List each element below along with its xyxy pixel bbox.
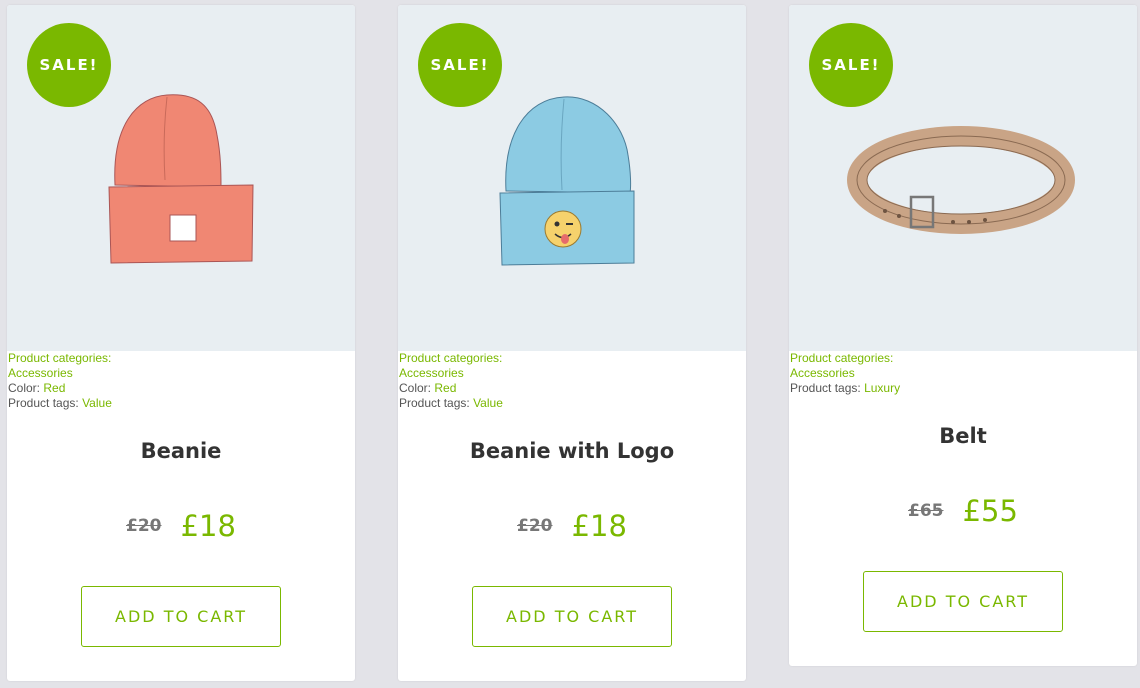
product-image[interactable]: SALE!	[789, 5, 1137, 351]
tags-label: Product tags:	[8, 396, 79, 410]
product-price: £20 £18	[398, 509, 746, 543]
product-price: £20 £18	[7, 509, 355, 543]
sale-badge: SALE!	[27, 23, 111, 107]
sale-price: £18	[571, 509, 627, 543]
product-title[interactable]: Beanie with Logo	[398, 439, 746, 463]
tag-link[interactable]: Value	[473, 396, 503, 410]
product-price: £65 £55	[789, 494, 1137, 528]
add-to-cart-button[interactable]: ADD TO CART	[472, 586, 672, 647]
sale-price: £55	[962, 494, 1018, 528]
product-title[interactable]: Beanie	[7, 439, 355, 463]
sale-price: £18	[180, 509, 236, 543]
product-title[interactable]: Belt	[789, 424, 1137, 448]
add-to-cart-button[interactable]: ADD TO CART	[863, 571, 1063, 632]
old-price: £65	[908, 501, 944, 521]
product-meta: Product categories: Accessories Product …	[790, 351, 900, 396]
color-label: Color:	[8, 381, 41, 395]
tags-label: Product tags:	[399, 396, 470, 410]
category-link[interactable]: Accessories	[399, 366, 503, 381]
color-link[interactable]: Red	[434, 381, 456, 395]
color-link[interactable]: Red	[43, 381, 65, 395]
product-image[interactable]: SALE!	[398, 5, 746, 351]
old-price: £20	[126, 516, 162, 536]
categories-label: Product categories:	[790, 351, 894, 365]
product-card: SALE! Product categories: Accessories Pr…	[789, 5, 1137, 666]
sale-badge: SALE!	[418, 23, 502, 107]
categories-label: Product categories:	[8, 351, 112, 365]
sale-badge: SALE!	[809, 23, 893, 107]
product-card: SALE! Product categories: Accessories Co…	[398, 5, 746, 681]
tags-label: Product tags:	[790, 381, 861, 395]
category-link[interactable]: Accessories	[790, 366, 900, 381]
categories-label: Product categories:	[399, 351, 503, 365]
product-meta: Product categories: Accessories Color: R…	[399, 351, 503, 411]
tag-link[interactable]: Luxury	[864, 381, 900, 395]
category-link[interactable]: Accessories	[8, 366, 112, 381]
product-meta: Product categories: Accessories Color: R…	[8, 351, 112, 411]
tag-link[interactable]: Value	[82, 396, 112, 410]
old-price: £20	[517, 516, 553, 536]
color-label: Color:	[399, 381, 432, 395]
add-to-cart-button[interactable]: ADD TO CART	[81, 586, 281, 647]
product-image[interactable]: SALE!	[7, 5, 355, 351]
product-card: SALE! Product categories: Accessories Co…	[7, 5, 355, 681]
